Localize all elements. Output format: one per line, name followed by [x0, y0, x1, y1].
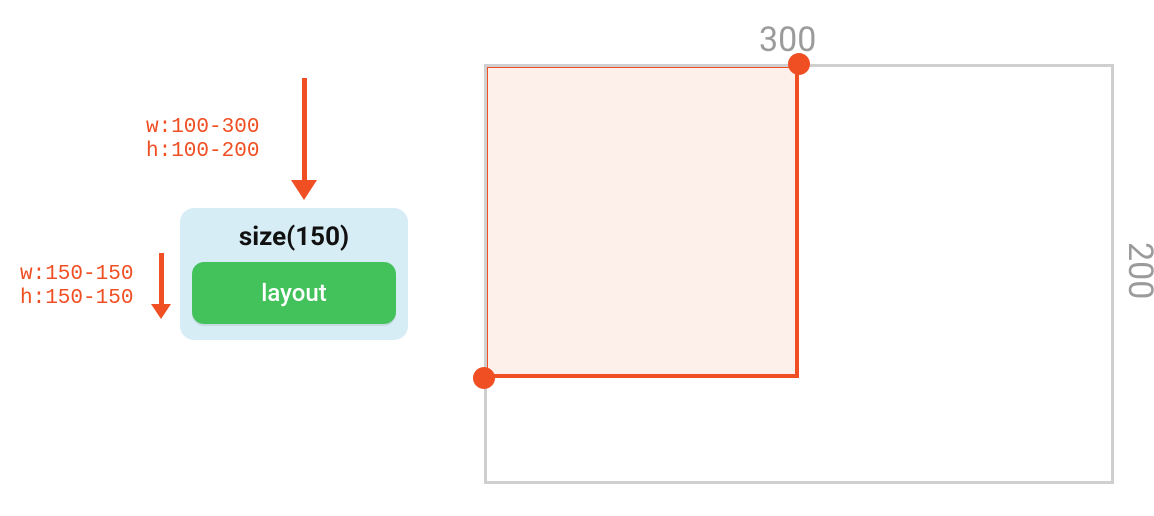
arrow-down-icon	[150, 253, 172, 319]
incoming-constraint-label: w:100-300 h:100-200	[146, 116, 259, 164]
height-dimension-label: 200	[1120, 242, 1154, 299]
handle-dot-icon	[473, 367, 495, 389]
outgoing-constraint-label: w:150-150 h:150-150	[20, 263, 133, 311]
layout-child: layout	[192, 262, 396, 324]
outer-bounds-rect	[484, 64, 1114, 484]
width-dimension-label: 300	[759, 20, 816, 60]
size-node: size(150) layout	[180, 208, 408, 340]
arrow-down-icon	[291, 78, 317, 200]
size-node-title: size(150)	[190, 222, 398, 252]
